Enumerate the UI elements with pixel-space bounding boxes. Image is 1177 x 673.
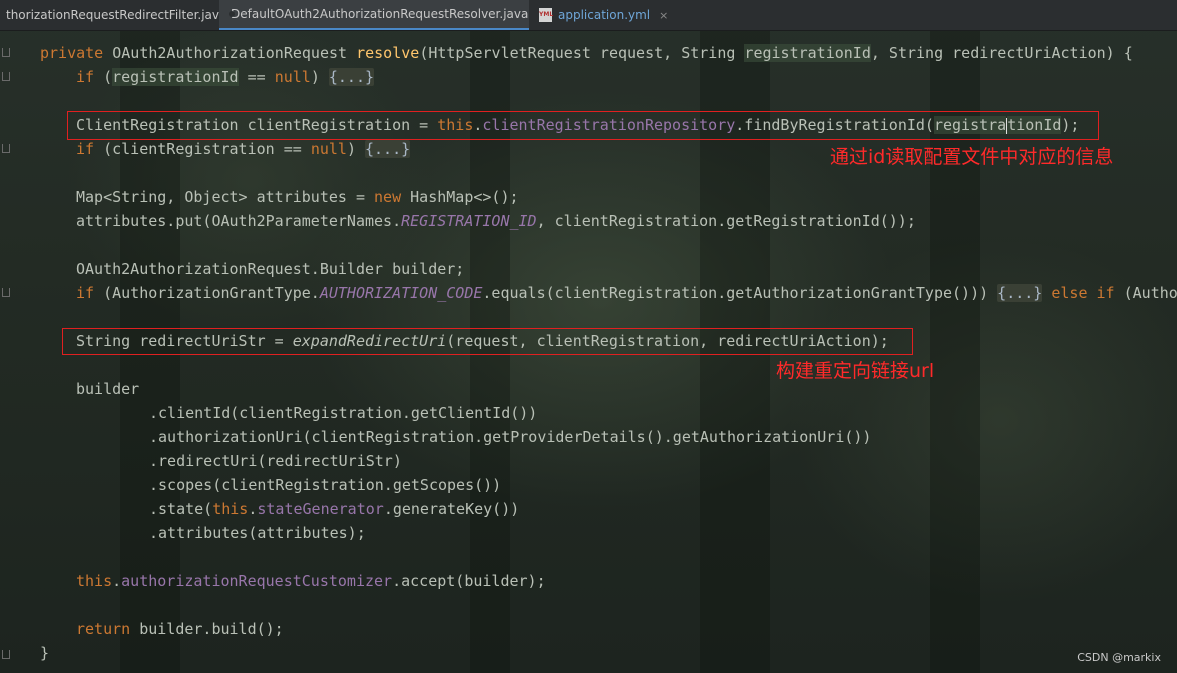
code-token: builder: [76, 380, 140, 398]
method-name: resolve: [356, 44, 420, 62]
fold-marker-icon[interactable]: [2, 650, 10, 659]
code-token: else if: [1042, 284, 1124, 302]
tab-request-resolver[interactable]: DefaultOAuth2AuthorizationRequestResolve…: [219, 0, 547, 30]
code-token: return: [76, 620, 140, 638]
code-line[interactable]: this.authorizationRequestCustomizer.acce…: [76, 570, 546, 592]
fold-marker-icon[interactable]: [2, 288, 10, 297]
code-token: .state(: [149, 500, 213, 518]
yml-file-icon: YML: [539, 8, 553, 22]
constant-name: AUTHORIZATION_CODE: [319, 284, 483, 302]
watermark: CSDN @markix: [1077, 651, 1161, 664]
code-line[interactable]: }: [40, 642, 49, 664]
editor-tab-bar: thorizationRequestRedirectFilter.java × …: [0, 0, 1177, 31]
code-token: HashMap<>();: [410, 188, 519, 206]
tab-label: application.yml: [558, 8, 651, 22]
close-icon[interactable]: ×: [659, 9, 668, 22]
code-token: attributes.put(OAuth2ParameterNames.: [76, 212, 402, 230]
code-line[interactable]: .attributes(attributes);: [149, 522, 366, 544]
code-line[interactable]: Map<String, Object> attributes = new Has…: [76, 186, 519, 208]
constant-name: REGISTRATION_ID: [401, 212, 537, 230]
code-line[interactable]: if (AuthorizationGrantType.AUTHORIZATION…: [76, 282, 1177, 304]
tab-redirect-filter[interactable]: thorizationRequestRedirectFilter.java ×: [0, 0, 245, 30]
code-line[interactable]: .redirectUri(redirectUriStr): [149, 450, 402, 472]
code-token: ==: [238, 68, 275, 86]
code-token: ): [346, 140, 365, 158]
param-highlight: registrationId: [112, 68, 239, 86]
code-token: if: [76, 68, 104, 86]
code-token: this: [76, 572, 113, 590]
code-token: }: [40, 644, 50, 662]
code-token: ): [310, 68, 329, 86]
code-line[interactable]: private OAuth2AuthorizationRequest resol…: [40, 42, 1133, 64]
code-token: .generateKey()): [383, 500, 520, 518]
code-token: builder.build();: [139, 620, 284, 638]
code-token: null: [274, 68, 311, 86]
code-token: OAuth2AuthorizationRequest.Builder build…: [76, 260, 465, 278]
code-token: , clientRegistration.getRegistrationId()…: [536, 212, 916, 230]
fold-marker-icon[interactable]: [2, 144, 10, 153]
code-token: (clientRegistration ==: [103, 140, 311, 158]
code-line[interactable]: builder: [76, 378, 139, 400]
code-token: .: [112, 572, 122, 590]
code-token: .accept(builder);: [392, 572, 546, 590]
code-token: .clientId(clientRegistration.getClientId…: [149, 404, 538, 422]
annotation-note-registration: 通过id读取配置文件中对应的信息: [830, 146, 1114, 168]
field-name: stateGenerator: [257, 500, 384, 518]
code-line[interactable]: .authorizationUri(clientRegistration.get…: [149, 426, 871, 448]
code-token: (: [103, 68, 113, 86]
code-line[interactable]: return builder.build();: [76, 618, 284, 640]
folded-block[interactable]: {...}: [328, 68, 375, 86]
code-token: (HttpServletRequest request, String: [419, 44, 745, 62]
annotation-note-redirect: 构建重定向链接url: [776, 360, 935, 382]
code-token: Map<String, Object> attributes =: [76, 188, 375, 206]
code-token: (AuthorizationGrantType.: [103, 284, 320, 302]
code-token: if: [76, 140, 104, 158]
code-line[interactable]: if (registrationId == null) {...}: [76, 66, 375, 88]
folded-block[interactable]: {...}: [997, 284, 1043, 302]
tab-application-yml[interactable]: YML application.yml ×: [533, 0, 668, 30]
code-token: , String redirectUriAction) {: [870, 44, 1133, 62]
tab-label: thorizationRequestRedirectFilter.java: [6, 8, 227, 22]
code-token: this: [212, 500, 249, 518]
code-token: new: [374, 188, 411, 206]
code-token: null: [310, 140, 347, 158]
field-name: authorizationRequestCustomizer: [121, 572, 393, 590]
param-highlight: registrationId: [744, 44, 871, 62]
code-token: (Author: [1123, 284, 1177, 302]
code-token: OAuth2AuthorizationRequest: [112, 44, 357, 62]
code-line[interactable]: attributes.put(OAuth2ParameterNames.REGI…: [76, 210, 916, 232]
code-line[interactable]: .clientId(clientRegistration.getClientId…: [149, 402, 537, 424]
tab-label: DefaultOAuth2AuthorizationRequestResolve…: [231, 7, 529, 21]
code-token: .equals(clientRegistration.getAuthorizat…: [482, 284, 998, 302]
code-line[interactable]: if (clientRegistration == null) {...}: [76, 138, 411, 160]
code-line[interactable]: .state(this.stateGenerator.generateKey()…: [149, 498, 519, 520]
code-line[interactable]: .scopes(clientRegistration.getScopes()): [149, 474, 501, 496]
code-token: private: [40, 44, 113, 62]
fold-marker-icon[interactable]: [2, 72, 10, 81]
annotation-box-redirect: [62, 328, 913, 355]
code-token: .scopes(clientRegistration.getScopes()): [149, 476, 502, 494]
code-token: if: [76, 284, 104, 302]
code-token: .redirectUri(redirectUriStr): [149, 452, 402, 470]
annotation-box-registration: [67, 111, 1099, 140]
folded-block[interactable]: {...}: [365, 140, 411, 158]
code-token: .authorizationUri(clientRegistration.get…: [149, 428, 872, 446]
code-line[interactable]: OAuth2AuthorizationRequest.Builder build…: [76, 258, 464, 280]
fold-marker-icon[interactable]: [2, 48, 10, 57]
code-token: .attributes(attributes);: [149, 524, 366, 542]
